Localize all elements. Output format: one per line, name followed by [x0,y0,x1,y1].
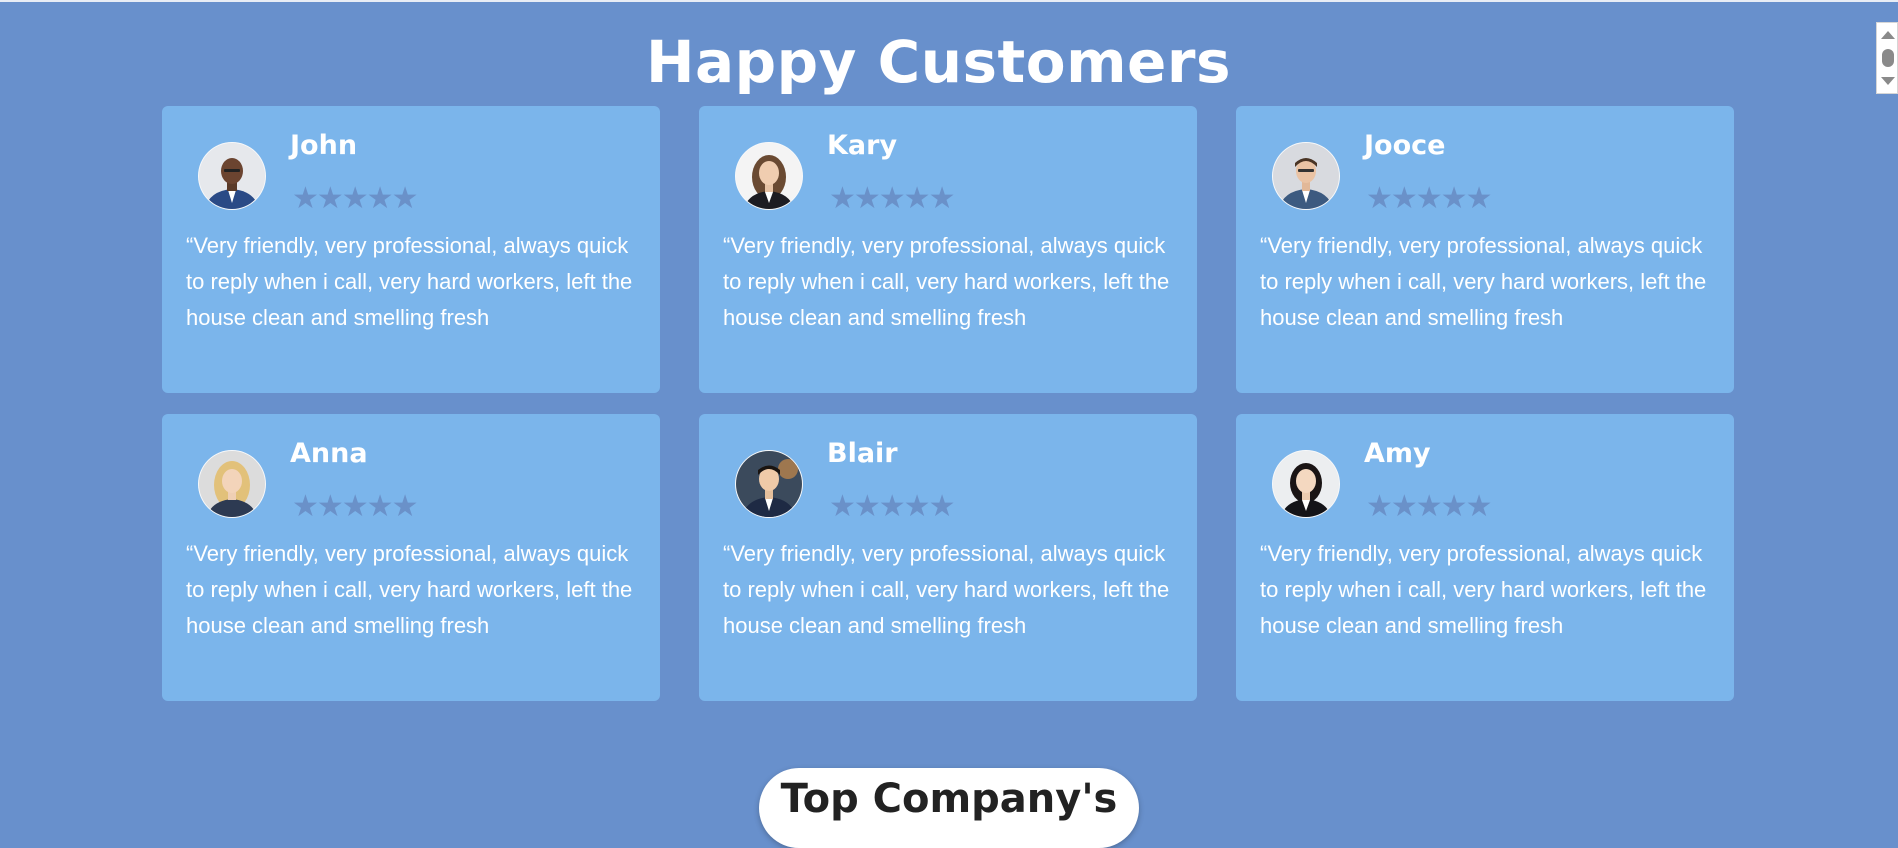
scrollbar[interactable] [1876,22,1898,94]
customer-name: Blair [827,438,898,469]
testimonial-quote: “Very friendly, very professional, alway… [723,233,1170,330]
scroll-up-arrow-icon[interactable] [1881,31,1895,39]
star-rating: ★★★★★ [1366,181,1492,216]
avatar [198,142,266,210]
star-rating: ★★★★★ [1366,489,1492,524]
testimonial-card: Amy ★★★★★ “Very friendly, very professio… [1236,414,1734,701]
testimonial-quote: “Very friendly, very professional, alway… [186,233,633,330]
avatar [198,450,266,518]
customer-name: Anna [290,438,368,469]
avatar-portrait-icon [199,143,265,209]
avatar-portrait-icon [199,451,265,517]
testimonial-quote: “Very friendly, very professional, alway… [1260,233,1707,330]
scroll-down-arrow-icon[interactable] [1881,77,1895,85]
testimonial-card: Jooce ★★★★★ “Very friendly, very profess… [1236,106,1734,393]
avatar [735,450,803,518]
scroll-thumb[interactable] [1882,49,1894,67]
customer-name: John [290,130,358,161]
testimonial-card: Anna ★★★★★ “Very friendly, very professi… [162,414,660,701]
avatar [735,142,803,210]
customer-name: Amy [1364,438,1431,469]
customer-name: Jooce [1364,130,1446,161]
testimonial-card: Blair ★★★★★ “Very friendly, very profess… [699,414,1197,701]
section-heading: Top Company's [780,776,1118,822]
avatar-portrait-icon [736,451,802,517]
avatar [1272,450,1340,518]
testimonial-quote: “Very friendly, very professional, alway… [1260,541,1707,638]
testimonial-quote: “Very friendly, very professional, alway… [186,541,633,638]
avatar-portrait-icon [1273,451,1339,517]
star-rating: ★★★★★ [829,489,955,524]
customer-name: Kary [827,130,898,161]
testimonial-quote: “Very friendly, very professional, alway… [723,541,1170,638]
testimonials-grid: John ★★★★★ “Very friendly, very professi… [162,106,1736,701]
star-rating: ★★★★★ [292,181,418,216]
testimonial-card: Kary ★★★★★ “Very friendly, very professi… [699,106,1197,393]
page-title: Happy Customers [645,28,1232,96]
avatar-portrait-icon [736,143,802,209]
star-rating: ★★★★★ [292,489,418,524]
star-rating: ★★★★★ [829,181,955,216]
testimonial-card: John ★★★★★ “Very friendly, very professi… [162,106,660,393]
section-heading-pill: Top Company's [759,768,1139,848]
avatar-portrait-icon [1273,143,1339,209]
avatar [1272,142,1340,210]
